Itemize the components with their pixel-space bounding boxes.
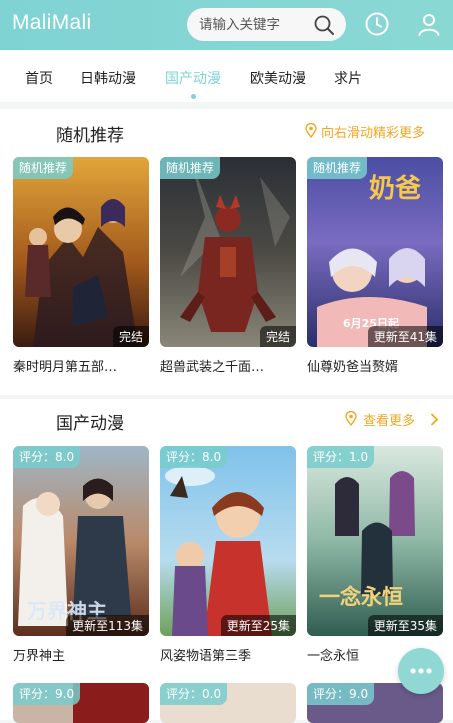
status-badge: 更新至25集 — [220, 615, 296, 636]
poster-image[interactable]: 万界神主 评分：8.0 更新至113集 — [13, 446, 149, 636]
active-tab-indicator — [191, 94, 196, 99]
search-input[interactable] — [199, 15, 309, 35]
nav-jp-kr[interactable]: 日韩动漫 — [80, 68, 136, 88]
status-badge: 完结 — [112, 326, 149, 347]
app-logo[interactable]: MaliMali — [12, 11, 91, 35]
rating-tag: 评分：8.0 — [160, 446, 228, 468]
section-random: 随机推荐 向右滑动精彩更多 随机推荐 完结 秦时明月第五部… 随机推荐 完结 超… — [0, 109, 453, 395]
swipe-more-link[interactable]: 向右滑动精彩更多 — [321, 122, 425, 141]
anime-title[interactable]: 秦时明月第五部… — [13, 356, 149, 375]
rating-tag: 评分：1.0 — [307, 446, 375, 468]
poster-image[interactable]: 评分：0.0 — [160, 683, 296, 723]
rating-tag: 评分：9.0 — [13, 683, 81, 705]
section-title: 国产动漫 — [56, 414, 124, 434]
app-header: MaliMali — [0, 0, 453, 50]
status-badge: 完结 — [259, 326, 296, 347]
anime-title[interactable]: 超兽武装之千面… — [160, 356, 296, 375]
poster-art: 万界神主 — [13, 446, 149, 636]
svg-text:一念永恒: 一念永恒 — [319, 584, 403, 609]
location-pin-icon — [305, 123, 317, 138]
category-nav: 首页 日韩动漫 国产动漫 欧美动漫 求片 — [0, 50, 453, 102]
nav-request[interactable]: 求片 — [334, 68, 362, 88]
poster-art — [160, 446, 296, 636]
poster-art — [160, 157, 296, 347]
status-badge: 更新至113集 — [66, 615, 149, 636]
anime-title[interactable]: 风姿物语第三季 — [160, 645, 296, 664]
recommend-tag: 随机推荐 — [160, 157, 221, 179]
poster-image[interactable]: 一念永恒 评分：1.0 更新至35集 — [307, 446, 443, 636]
poster-image[interactable]: 评分：8.0 更新至25集 — [160, 446, 296, 636]
section-title: 随机推荐 — [56, 126, 124, 146]
recommend-tag: 随机推荐 — [13, 157, 74, 179]
nav-home[interactable]: 首页 — [25, 68, 53, 88]
nav-domestic[interactable]: 国产动漫 — [165, 68, 221, 88]
poster-image[interactable]: 奶爸 随机推荐 6月25日起 更新至41集 — [307, 157, 443, 347]
search-box[interactable] — [187, 8, 346, 41]
anime-title[interactable]: 万界神主 — [13, 645, 149, 664]
view-more-link[interactable]: 查看更多 — [363, 410, 415, 429]
search-icon[interactable] — [312, 13, 336, 37]
poster-art — [13, 157, 149, 347]
user-icon[interactable] — [416, 11, 442, 37]
status-badge: 更新至35集 — [367, 615, 443, 636]
poster-image[interactable]: 随机推荐 完结 — [13, 157, 149, 347]
poster-image[interactable]: 随机推荐 完结 — [160, 157, 296, 347]
location-pin-icon — [345, 411, 357, 426]
recommend-tag: 随机推荐 — [307, 157, 368, 179]
anime-title[interactable]: 仙尊奶爸当赘婿 — [307, 356, 443, 375]
history-icon[interactable] — [364, 11, 390, 37]
rating-tag: 评分：9.0 — [307, 683, 375, 705]
poster-image[interactable]: 评分：9.0 — [13, 683, 149, 723]
status-badge: 更新至41集 — [367, 326, 443, 347]
nav-western[interactable]: 欧美动漫 — [250, 68, 306, 88]
more-menu-button[interactable] — [398, 648, 444, 694]
chevron-right-icon[interactable] — [430, 413, 439, 426]
poster-art: 一念永恒 — [307, 446, 443, 636]
svg-text:奶爸: 奶爸 — [369, 173, 421, 204]
section-domestic-anime: 国产动漫 查看更多 万界神主 评分：8.0 更新至113集 万界神主 评分：8.… — [0, 399, 453, 723]
rating-tag: 评分：0.0 — [160, 683, 228, 705]
rating-tag: 评分：8.0 — [13, 446, 81, 468]
poster-art — [73, 683, 149, 723]
more-dots-icon — [410, 668, 432, 674]
